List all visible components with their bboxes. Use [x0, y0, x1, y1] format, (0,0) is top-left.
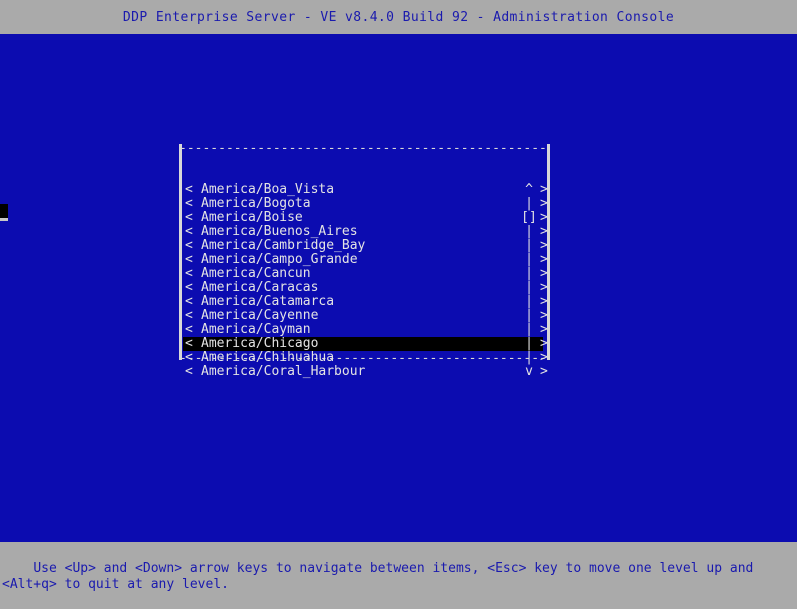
list-item-label: America/Buenos_Aires	[201, 224, 358, 239]
list-item[interactable]: < America/Buenos_Aires | >	[182, 224, 548, 239]
scrollbar-cell[interactable]: |	[520, 239, 538, 253]
chevron-right-icon[interactable]: >	[540, 295, 548, 309]
list-item-label: America/Cayman	[201, 322, 311, 337]
console-body: ----------------------------------------…	[0, 34, 797, 542]
chevron-right-icon[interactable]: >	[540, 365, 548, 379]
chevron-right-icon[interactable]: >	[540, 267, 548, 281]
timezone-list: < America/Boa_Vista ^ > < America/Bogota | > < Am…	[182, 182, 548, 379]
scrollbar-cell[interactable]: |	[520, 295, 538, 309]
chevron-left-icon[interactable]: <	[185, 323, 193, 337]
list-item-label: America/Chicago	[201, 336, 319, 351]
scrollbar-cell[interactable]: |	[520, 197, 538, 211]
timezone-list-dialog: ----------------------------------------…	[179, 142, 550, 379]
list-item-label: America/Boise	[201, 210, 303, 225]
list-item-label: America/Chihuahua	[201, 350, 335, 365]
list-item[interactable]: < America/Coral_Harbour v >	[182, 364, 548, 379]
scrollbar-cell[interactable]: ^	[520, 183, 538, 197]
chevron-left-icon[interactable]: <	[185, 253, 193, 267]
list-item[interactable]: < America/Cambridge_Bay | >	[182, 238, 548, 253]
scrollbar-cell[interactable]: v	[520, 365, 538, 379]
list-item[interactable]: < America/Catamarca | >	[182, 294, 548, 309]
list-item-label: America/Cayenne	[201, 308, 319, 323]
scrollbar-cell[interactable]: |	[520, 309, 538, 323]
list-item[interactable]: < America/Cayman | >	[182, 322, 548, 337]
chevron-left-icon[interactable]: <	[185, 197, 193, 211]
list-item-label: America/Cambridge_Bay	[201, 238, 366, 253]
chevron-left-icon[interactable]: <	[185, 183, 193, 197]
chevron-right-icon[interactable]: >	[540, 225, 548, 239]
list-item[interactable]: < America/Chicago | >	[182, 336, 548, 351]
scrollbar-cell[interactable]: |	[520, 323, 538, 337]
list-item-label: America/Catamarca	[201, 294, 335, 309]
status-bar: Use <Up> and <Down> arrow keys to naviga…	[0, 542, 797, 592]
chevron-right-icon[interactable]: >	[540, 281, 548, 295]
chevron-right-icon[interactable]: >	[540, 239, 548, 253]
chevron-left-icon[interactable]: <	[185, 267, 193, 281]
chevron-left-icon[interactable]: <	[185, 337, 193, 351]
chevron-right-icon[interactable]: >	[540, 323, 548, 337]
list-item[interactable]: < America/Boa_Vista ^ >	[182, 182, 548, 197]
scrollbar-cell[interactable]: |	[520, 351, 538, 365]
scrollbar-cell[interactable]: |	[520, 267, 538, 281]
chevron-left-icon[interactable]: <	[185, 239, 193, 253]
list-item-label: America/Bogota	[201, 196, 311, 211]
title-bar-text: DDP Enterprise Server - VE v8.4.0 Build …	[122, 9, 675, 25]
dialog-border-top: ----------------------------------------…	[179, 142, 550, 150]
list-item-label: America/Coral_Harbour	[201, 364, 366, 379]
scrollbar-cell[interactable]: |	[520, 337, 538, 351]
list-item[interactable]: < America/Cancun | >	[182, 266, 548, 281]
chevron-right-icon[interactable]: >	[540, 309, 548, 323]
list-item-label: America/Boa_Vista	[201, 182, 335, 197]
list-item[interactable]: < America/Boise [] >	[182, 210, 548, 225]
list-item[interactable]: < America/Bogota | >	[182, 196, 548, 211]
chevron-right-icon[interactable]: >	[540, 183, 548, 197]
scrollbar-cell[interactable]: |	[520, 225, 538, 239]
list-item-label: America/Cancun	[201, 266, 311, 281]
scrollbar-cell[interactable]: |	[520, 253, 538, 267]
list-item-label: America/Campo_Grande	[201, 252, 358, 267]
chevron-left-icon[interactable]: <	[185, 225, 193, 239]
chevron-right-icon[interactable]: >	[540, 337, 548, 351]
list-item[interactable]: < America/Caracas | >	[182, 280, 548, 295]
chevron-left-icon[interactable]: <	[185, 281, 193, 295]
chevron-right-icon[interactable]: >	[540, 351, 548, 365]
scrollbar-cell[interactable]: []	[520, 211, 538, 225]
chevron-left-icon[interactable]: <	[185, 351, 193, 365]
console-screen: DDP Enterprise Server - VE v8.4.0 Build …	[0, 0, 797, 592]
list-item[interactable]: < America/Campo_Grande | >	[182, 252, 548, 267]
chevron-left-icon[interactable]: <	[185, 295, 193, 309]
chevron-right-icon[interactable]: >	[540, 197, 548, 211]
chevron-right-icon[interactable]: >	[540, 211, 548, 225]
status-bar-help-text: Use <Up> and <Down> arrow keys to naviga…	[2, 561, 762, 592]
terminal-caret	[0, 204, 8, 221]
title-bar: DDP Enterprise Server - VE v8.4.0 Build …	[0, 0, 797, 34]
scrollbar-cell[interactable]: |	[520, 281, 538, 295]
list-item-label: America/Caracas	[201, 280, 319, 295]
chevron-left-icon[interactable]: <	[185, 365, 193, 379]
list-item[interactable]: < America/Chihuahua | >	[182, 350, 548, 365]
chevron-left-icon[interactable]: <	[185, 309, 193, 323]
chevron-right-icon[interactable]: >	[540, 253, 548, 267]
list-item[interactable]: < America/Cayenne | >	[182, 308, 548, 323]
chevron-left-icon[interactable]: <	[185, 211, 193, 225]
